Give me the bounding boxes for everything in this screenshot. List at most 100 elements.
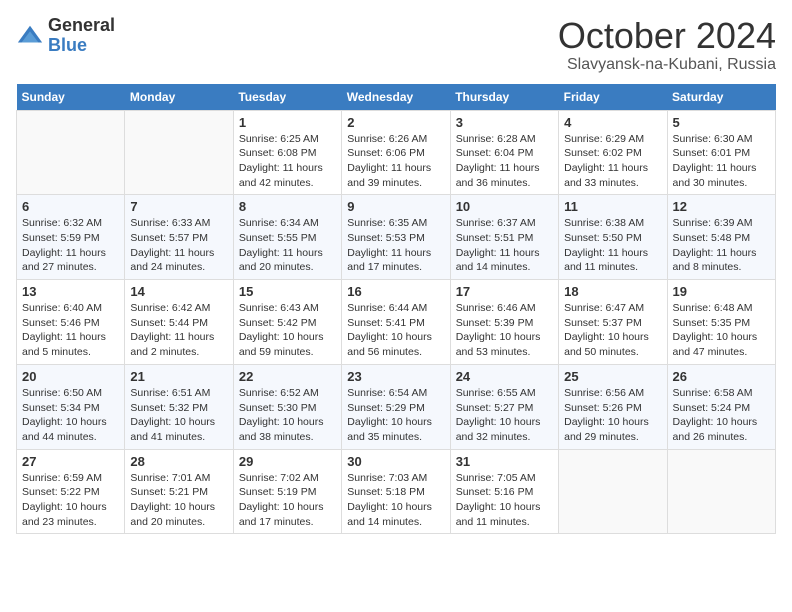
day-info: Sunrise: 6:32 AMSunset: 5:59 PMDaylight:… bbox=[22, 216, 119, 275]
day-number: 9 bbox=[347, 199, 444, 214]
calendar-body: 1 Sunrise: 6:25 AMSunset: 6:08 PMDaylight… bbox=[17, 110, 776, 534]
day-number: 19 bbox=[673, 284, 770, 299]
calendar-cell: 19 Sunrise: 6:48 AMSunset: 5:35 PMDayligh… bbox=[667, 280, 775, 365]
calendar-cell: 30 Sunrise: 7:03 AMSunset: 5:18 PMDayligh… bbox=[342, 449, 450, 534]
calendar-cell: 2 Sunrise: 6:26 AMSunset: 6:06 PMDaylight… bbox=[342, 110, 450, 195]
calendar-cell: 5 Sunrise: 6:30 AMSunset: 6:01 PMDaylight… bbox=[667, 110, 775, 195]
calendar-cell: 18 Sunrise: 6:47 AMSunset: 5:37 PMDayligh… bbox=[559, 280, 667, 365]
weekday-header-saturday: Saturday bbox=[667, 84, 775, 111]
day-number: 26 bbox=[673, 369, 770, 384]
calendar-cell: 6Sunrise: 6:32 AMSunset: 5:59 PMDaylight… bbox=[17, 195, 125, 280]
day-info: Sunrise: 6:43 AMSunset: 5:42 PMDaylight:… bbox=[239, 301, 336, 360]
day-info: Sunrise: 7:01 AMSunset: 5:21 PMDaylight:… bbox=[130, 471, 227, 530]
month-title: October 2024 bbox=[558, 16, 776, 56]
calendar-cell: 11Sunrise: 6:38 AMSunset: 5:50 PMDayligh… bbox=[559, 195, 667, 280]
day-info: Sunrise: 6:30 AMSunset: 6:01 PMDaylight:… bbox=[673, 132, 770, 191]
day-info: Sunrise: 6:47 AMSunset: 5:37 PMDaylight:… bbox=[564, 301, 661, 360]
day-number: 4 bbox=[564, 115, 661, 130]
weekday-header-wednesday: Wednesday bbox=[342, 84, 450, 111]
calendar-cell: 17Sunrise: 6:46 AMSunset: 5:39 PMDayligh… bbox=[450, 280, 558, 365]
weekday-header-monday: Monday bbox=[125, 84, 233, 111]
calendar-cell: 13 Sunrise: 6:40 AMSunset: 5:46 PMDayligh… bbox=[17, 280, 125, 365]
day-number: 11 bbox=[564, 199, 661, 214]
calendar-cell: 12 Sunrise: 6:39 AMSunset: 5:48 PMDayligh… bbox=[667, 195, 775, 280]
day-info: Sunrise: 6:55 AMSunset: 5:27 PMDaylight:… bbox=[456, 386, 553, 445]
day-info: Sunrise: 6:54 AMSunset: 5:29 PMDaylight:… bbox=[347, 386, 444, 445]
logo-line2: Blue bbox=[48, 36, 115, 56]
day-info: Sunrise: 6:50 AMSunset: 5:34 PMDaylight:… bbox=[22, 386, 119, 445]
title-block: October 2024 Slavyansk-na-Kubani, Russia bbox=[558, 16, 776, 74]
day-info: Sunrise: 6:25 AMSunset: 6:08 PMDaylight:… bbox=[239, 132, 336, 191]
logo: General Blue bbox=[16, 16, 115, 56]
calendar-cell bbox=[17, 110, 125, 195]
calendar-cell: 9 Sunrise: 6:35 AMSunset: 5:53 PMDaylight… bbox=[342, 195, 450, 280]
weekday-header-friday: Friday bbox=[559, 84, 667, 111]
day-number: 24 bbox=[456, 369, 553, 384]
day-info: Sunrise: 6:39 AMSunset: 5:48 PMDaylight:… bbox=[673, 216, 770, 275]
day-info: Sunrise: 6:59 AMSunset: 5:22 PMDaylight:… bbox=[22, 471, 119, 530]
week-row-2: 6Sunrise: 6:32 AMSunset: 5:59 PMDaylight… bbox=[17, 195, 776, 280]
logo-line1: General bbox=[48, 16, 115, 36]
calendar-cell: 15 Sunrise: 6:43 AMSunset: 5:42 PMDayligh… bbox=[233, 280, 341, 365]
day-number: 20 bbox=[22, 369, 119, 384]
weekday-header-sunday: Sunday bbox=[17, 84, 125, 111]
calendar-cell: 3Sunrise: 6:28 AMSunset: 6:04 PMDaylight… bbox=[450, 110, 558, 195]
day-info: Sunrise: 6:51 AMSunset: 5:32 PMDaylight:… bbox=[130, 386, 227, 445]
day-info: Sunrise: 6:46 AMSunset: 5:39 PMDaylight:… bbox=[456, 301, 553, 360]
calendar-cell: 21 Sunrise: 6:51 AMSunset: 5:32 PMDayligh… bbox=[125, 364, 233, 449]
calendar-cell: 28 Sunrise: 7:01 AMSunset: 5:21 PMDayligh… bbox=[125, 449, 233, 534]
day-info: Sunrise: 6:44 AMSunset: 5:41 PMDaylight:… bbox=[347, 301, 444, 360]
day-info: Sunrise: 7:03 AMSunset: 5:18 PMDaylight:… bbox=[347, 471, 444, 530]
day-number: 14 bbox=[130, 284, 227, 299]
calendar-cell: 10Sunrise: 6:37 AMSunset: 5:51 PMDayligh… bbox=[450, 195, 558, 280]
weekday-header-thursday: Thursday bbox=[450, 84, 558, 111]
day-info: Sunrise: 7:05 AMSunset: 5:16 PMDaylight:… bbox=[456, 471, 553, 530]
calendar-cell: 31 Sunrise: 7:05 AMSunset: 5:16 PMDayligh… bbox=[450, 449, 558, 534]
day-info: Sunrise: 6:26 AMSunset: 6:06 PMDaylight:… bbox=[347, 132, 444, 191]
day-info: Sunrise: 7:02 AMSunset: 5:19 PMDaylight:… bbox=[239, 471, 336, 530]
day-number: 25 bbox=[564, 369, 661, 384]
page-header: General Blue October 2024 Slavyansk-na-K… bbox=[16, 16, 776, 74]
weekday-header-row: SundayMondayTuesdayWednesdayThursdayFrid… bbox=[17, 84, 776, 111]
day-number: 1 bbox=[239, 115, 336, 130]
calendar-cell: 24 Sunrise: 6:55 AMSunset: 5:27 PMDayligh… bbox=[450, 364, 558, 449]
week-row-3: 13 Sunrise: 6:40 AMSunset: 5:46 PMDayligh… bbox=[17, 280, 776, 365]
day-info: Sunrise: 6:35 AMSunset: 5:53 PMDaylight:… bbox=[347, 216, 444, 275]
day-number: 31 bbox=[456, 454, 553, 469]
calendar-cell: 20 Sunrise: 6:50 AMSunset: 5:34 PMDayligh… bbox=[17, 364, 125, 449]
calendar-cell: 14Sunrise: 6:42 AMSunset: 5:44 PMDayligh… bbox=[125, 280, 233, 365]
calendar-cell: 26 Sunrise: 6:58 AMSunset: 5:24 PMDayligh… bbox=[667, 364, 775, 449]
day-info: Sunrise: 6:40 AMSunset: 5:46 PMDaylight:… bbox=[22, 301, 119, 360]
day-number: 27 bbox=[22, 454, 119, 469]
calendar-cell: 4 Sunrise: 6:29 AMSunset: 6:02 PMDaylight… bbox=[559, 110, 667, 195]
day-number: 30 bbox=[347, 454, 444, 469]
calendar-cell: 29 Sunrise: 7:02 AMSunset: 5:19 PMDayligh… bbox=[233, 449, 341, 534]
day-info: Sunrise: 6:48 AMSunset: 5:35 PMDaylight:… bbox=[673, 301, 770, 360]
day-info: Sunrise: 6:58 AMSunset: 5:24 PMDaylight:… bbox=[673, 386, 770, 445]
day-number: 15 bbox=[239, 284, 336, 299]
day-info: Sunrise: 6:29 AMSunset: 6:02 PMDaylight:… bbox=[564, 132, 661, 191]
calendar-cell: 1 Sunrise: 6:25 AMSunset: 6:08 PMDaylight… bbox=[233, 110, 341, 195]
day-number: 29 bbox=[239, 454, 336, 469]
day-number: 28 bbox=[130, 454, 227, 469]
day-number: 2 bbox=[347, 115, 444, 130]
day-number: 3 bbox=[456, 115, 553, 130]
day-number: 8 bbox=[239, 199, 336, 214]
day-number: 13 bbox=[22, 284, 119, 299]
location-title: Slavyansk-na-Kubani, Russia bbox=[558, 56, 776, 74]
calendar-table: SundayMondayTuesdayWednesdayThursdayFrid… bbox=[16, 84, 776, 535]
day-number: 21 bbox=[130, 369, 227, 384]
calendar-cell bbox=[125, 110, 233, 195]
calendar-cell: 25Sunrise: 6:56 AMSunset: 5:26 PMDayligh… bbox=[559, 364, 667, 449]
day-number: 5 bbox=[673, 115, 770, 130]
day-number: 7 bbox=[130, 199, 227, 214]
day-number: 16 bbox=[347, 284, 444, 299]
week-row-4: 20 Sunrise: 6:50 AMSunset: 5:34 PMDayligh… bbox=[17, 364, 776, 449]
day-number: 18 bbox=[564, 284, 661, 299]
day-number: 10 bbox=[456, 199, 553, 214]
calendar-cell bbox=[667, 449, 775, 534]
day-info: Sunrise: 6:33 AMSunset: 5:57 PMDaylight:… bbox=[130, 216, 227, 275]
calendar-cell bbox=[559, 449, 667, 534]
day-number: 22 bbox=[239, 369, 336, 384]
day-number: 12 bbox=[673, 199, 770, 214]
